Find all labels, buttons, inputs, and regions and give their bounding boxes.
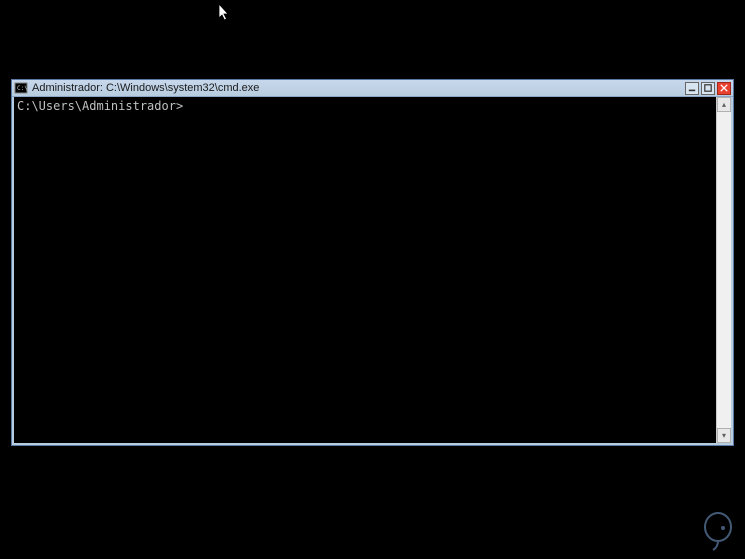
scroll-up-button[interactable]: ▴ xyxy=(717,97,731,112)
window-title: Administrador: C:\Windows\system32\cmd.e… xyxy=(32,82,685,94)
scroll-down-button[interactable]: ▾ xyxy=(717,428,731,443)
cmd-icon: C:\ xyxy=(14,81,28,95)
maximize-button[interactable] xyxy=(701,82,715,95)
prompt-text: C:\Users\Administrador> xyxy=(17,99,183,113)
cmd-window: C:\ Administrador: C:\Windows\system32\c… xyxy=(11,79,734,446)
minimize-button[interactable] xyxy=(685,82,699,95)
close-button[interactable] xyxy=(717,82,731,95)
console-output[interactable]: C:\Users\Administrador> xyxy=(14,97,716,443)
scroll-track[interactable] xyxy=(717,112,731,428)
window-controls xyxy=(685,82,731,95)
svg-text:C:\: C:\ xyxy=(17,85,28,92)
window-body: C:\Users\Administrador> ▴ ▾ xyxy=(12,97,733,445)
watermark-logo-icon xyxy=(699,511,737,551)
vertical-scrollbar[interactable]: ▴ ▾ xyxy=(716,97,731,443)
titlebar[interactable]: C:\ Administrador: C:\Windows\system32\c… xyxy=(12,80,733,97)
mouse-cursor-icon xyxy=(219,4,231,22)
